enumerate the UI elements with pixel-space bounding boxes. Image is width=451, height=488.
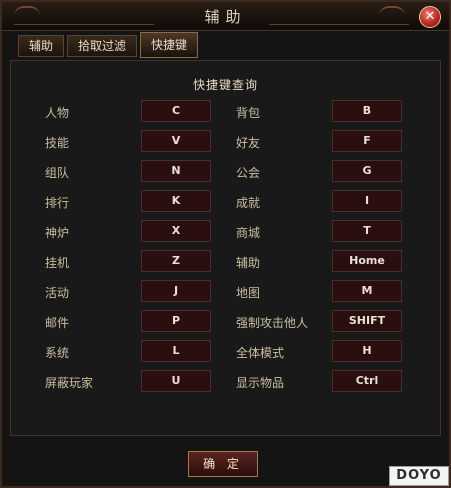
hotkey-panel: 快捷键查询 人物 C 背包 B 技能 V 好友 F 组队 N 公会 G 排行 K…: [10, 60, 441, 436]
hotkey-key[interactable]: V: [141, 130, 211, 152]
hotkey-label: 屏蔽玩家: [45, 376, 94, 390]
title-bar[interactable]: 辅助 ✕: [2, 2, 449, 31]
hotkey-label: 邮件: [45, 316, 70, 330]
hotkey-key[interactable]: Ctrl: [332, 370, 402, 392]
settings-window: 辅助 ✕ 辅助 拾取过滤 快捷键 快捷键查询 人物 C 背包 B 技能 V 好友…: [0, 0, 451, 488]
hotkey-row: 挂机 Z 辅助 Home: [11, 248, 440, 278]
hotkey-label: 辅助: [236, 256, 261, 270]
hotkey-label: 组队: [45, 166, 70, 180]
hotkey-key[interactable]: P: [141, 310, 211, 332]
tab-assist[interactable]: 辅助: [18, 35, 65, 57]
hotkey-label: 强制攻击他人: [236, 316, 309, 330]
close-icon: ✕: [424, 9, 436, 24]
hotkey-list: 人物 C 背包 B 技能 V 好友 F 组队 N 公会 G 排行 K 成就 I …: [11, 98, 440, 398]
hotkey-label: 神炉: [45, 226, 70, 240]
hotkey-key[interactable]: I: [332, 190, 402, 212]
hotkey-label: 地图: [236, 286, 261, 300]
hotkey-label: 显示物品: [236, 376, 285, 390]
hotkey-key[interactable]: L: [141, 340, 211, 362]
hotkey-key[interactable]: F: [332, 130, 402, 152]
hotkey-label: 商城: [236, 226, 261, 240]
tab-bar: 辅助 拾取过滤 快捷键: [18, 32, 199, 59]
panel-heading: 快捷键查询: [192, 78, 258, 92]
tab-hotkeys[interactable]: 快捷键: [140, 32, 199, 58]
hotkey-row: 技能 V 好友 F: [11, 128, 440, 158]
hotkey-label: 人物: [45, 106, 70, 120]
hotkey-key[interactable]: Home: [332, 250, 402, 272]
hotkey-label: 背包: [236, 106, 261, 120]
hotkey-key[interactable]: H: [332, 340, 402, 362]
hotkey-label: 公会: [236, 166, 261, 180]
hotkey-label: 系统: [45, 346, 70, 360]
close-button[interactable]: ✕: [419, 6, 441, 28]
hotkey-key[interactable]: N: [141, 160, 211, 182]
hotkey-label: 技能: [45, 136, 70, 150]
hotkey-label: 活动: [45, 286, 70, 300]
hotkey-key[interactable]: T: [332, 220, 402, 242]
hotkey-label: 好友: [236, 136, 261, 150]
hotkey-row: 人物 C 背包 B: [11, 98, 440, 128]
hotkey-row: 活动 J 地图 M: [11, 278, 440, 308]
hotkey-key[interactable]: SHIFT: [332, 310, 402, 332]
hotkey-key[interactable]: K: [141, 190, 211, 212]
hotkey-key[interactable]: J: [141, 280, 211, 302]
hotkey-key[interactable]: Z: [141, 250, 211, 272]
hotkey-row: 邮件 P 强制攻击他人 SHIFT: [11, 308, 440, 338]
hotkey-row: 神炉 X 商城 T: [11, 218, 440, 248]
hotkey-key[interactable]: M: [332, 280, 402, 302]
tab-pickup-filter[interactable]: 拾取过滤: [67, 35, 138, 57]
hotkey-key[interactable]: C: [141, 100, 211, 122]
watermark-logo: DOYO: [389, 466, 449, 486]
hotkey-row: 组队 N 公会 G: [11, 158, 440, 188]
hotkey-label: 排行: [45, 196, 70, 210]
hotkey-row: 系统 L 全体模式 H: [11, 338, 440, 368]
hotkey-key[interactable]: B: [332, 100, 402, 122]
confirm-button[interactable]: 确 定: [188, 451, 258, 477]
title-ornament-right: [379, 6, 405, 26]
hotkey-label: 全体模式: [236, 346, 285, 360]
hotkey-row: 屏蔽玩家 U 显示物品 Ctrl: [11, 368, 440, 398]
hotkey-row: 排行 K 成就 I: [11, 188, 440, 218]
hotkey-key[interactable]: U: [141, 370, 211, 392]
hotkey-label: 成就: [236, 196, 261, 210]
hotkey-key[interactable]: G: [332, 160, 402, 182]
hotkey-key[interactable]: X: [141, 220, 211, 242]
hotkey-label: 挂机: [45, 256, 70, 270]
